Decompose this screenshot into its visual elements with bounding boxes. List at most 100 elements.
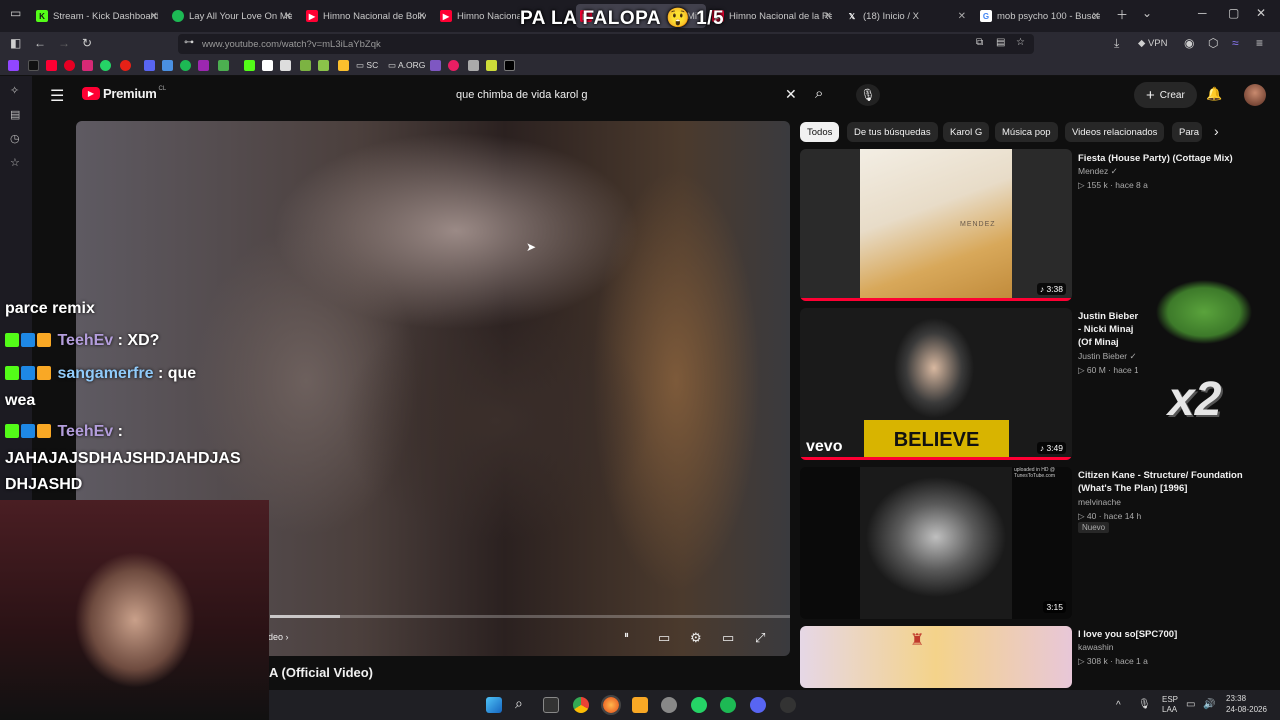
back-icon[interactable]: ← — [34, 36, 46, 50]
chip-para[interactable]: Para — [1172, 122, 1202, 142]
account-icon[interactable]: ◉ — [1184, 36, 1194, 50]
folder-bookmark-sc[interactable]: ▭ SC — [356, 60, 378, 71]
pause-icon[interactable]: ⏸ — [624, 630, 629, 641]
new-tab-icon[interactable]: ＋ — [1116, 6, 1128, 23]
clear-search-icon[interactable]: ✕ — [785, 86, 797, 103]
recommendation-title[interactable]: Fiesta (House Party) (Cottage Mix) — [1078, 152, 1268, 165]
create-button[interactable]: + Crear — [1134, 82, 1197, 108]
pinterest-bookmark-icon[interactable] — [64, 60, 75, 71]
tab-spotify[interactable]: Lay All Your Love On Me - A ✕ — [172, 4, 292, 28]
chip-todos[interactable]: Todos — [800, 122, 840, 142]
diamond-bookmark-icon-2[interactable] — [280, 60, 291, 71]
twitch-bookmark-icon[interactable] — [8, 60, 19, 71]
close-icon[interactable]: ✕ — [284, 11, 292, 22]
tab-list-icon[interactable]: ▭ — [10, 6, 21, 20]
site-info-icon[interactable]: ⊶ — [184, 37, 194, 48]
cross-bookmark-icon[interactable] — [300, 60, 311, 71]
network-icon[interactable]: ▭ — [1186, 699, 1195, 710]
url-bar[interactable]: ⊶ www.youtube.com/watch?v=mL3iLaYbZqk ⧉ … — [178, 34, 1034, 54]
close-icon[interactable]: ✕ — [824, 11, 832, 22]
gear-bookmark-icon[interactable] — [468, 60, 479, 71]
chip-karol-g[interactable]: Karol G — [943, 122, 990, 142]
recommendation-thumbnail[interactable]: BELIEVE vevo ♪ 3:49 — [800, 308, 1072, 460]
file-explorer-icon[interactable] — [632, 697, 648, 713]
microphone-tray-icon[interactable]: 🎙 — [1138, 699, 1151, 710]
microphone-icon[interactable]: 🎙 — [856, 84, 880, 106]
video-progress-bar[interactable] — [270, 615, 790, 618]
maximize-icon[interactable]: ▢ — [1228, 6, 1239, 20]
bookmark-star-icon[interactable]: ☆ — [1016, 37, 1025, 48]
tab-x[interactable]: 𝕏 (18) Inicio / X ✕ — [846, 4, 966, 28]
tiktok-bookmark-icon[interactable] — [28, 60, 39, 71]
search-input[interactable]: que chimba de vida karol g — [446, 82, 806, 108]
menu-icon[interactable]: ☰ — [50, 86, 64, 106]
spotify-icon[interactable] — [720, 697, 736, 713]
extension-icon[interactable]: ≈ — [1232, 36, 1239, 50]
chip-videos-relacionados[interactable]: Videos relacionados — [1065, 122, 1165, 142]
minimize-icon[interactable]: ─ — [1198, 6, 1207, 20]
close-icon[interactable]: ✕ — [958, 11, 966, 22]
bookmark-icon-c[interactable] — [486, 60, 497, 71]
history-icon[interactable]: ◷ — [10, 132, 20, 145]
instagram-bookmark-icon[interactable] — [82, 60, 93, 71]
chevron-right-icon[interactable]: › — [1214, 123, 1219, 139]
tab-youtube-1[interactable]: ▶ Himno Nacional de Bolivia ✕ — [306, 4, 426, 28]
menu-icon[interactable]: ≡ — [1256, 36, 1263, 50]
search-taskbar-icon[interactable]: ⌕ — [515, 695, 523, 712]
tray-chevron-icon[interactable]: ^ — [1116, 700, 1121, 711]
recommendation-channel[interactable]: kawashin — [1078, 642, 1113, 652]
close-icon[interactable]: ✕ — [150, 11, 158, 22]
recommendation-title[interactable]: Justin Bieber - Nicki Minaj (Of Minaj — [1078, 310, 1140, 349]
subtitles-icon[interactable]: ▭ — [658, 630, 670, 646]
theater-mode-icon[interactable]: ▭ — [722, 630, 734, 646]
recommendation-thumbnail[interactable]: uploaded in HD @ TunesToTube.com 3:15 — [800, 467, 1072, 619]
tab-youtube-3[interactable]: ▶ Himno Nacional de la Rep ✕ — [712, 4, 832, 28]
vpn-button[interactable]: ◆ VPN — [1138, 38, 1168, 49]
discord-icon[interactable] — [750, 697, 766, 713]
wallet-icon[interactable]: ▤ — [10, 108, 20, 121]
youtube-bookmark-icon[interactable] — [46, 60, 57, 71]
whatsapp-bookmark-icon[interactable] — [100, 60, 111, 71]
reload-icon[interactable]: ↻ — [82, 36, 92, 50]
recommendation-channel[interactable]: Mendez ✓ — [1078, 166, 1118, 177]
search-icon[interactable]: ⌕ — [815, 85, 823, 102]
grid-bookmark-icon[interactable] — [318, 60, 329, 71]
youtube-logo[interactable]: ▶ Premium CL — [82, 86, 166, 101]
note-bookmark-icon[interactable] — [338, 60, 349, 71]
reader-view-icon[interactable]: ▤ — [996, 37, 1005, 48]
folder-bookmark-aorg[interactable]: ▭ A.ORG — [388, 60, 425, 71]
close-icon[interactable]: ✕ — [418, 11, 426, 22]
sidebar-toggle-icon[interactable]: ◧ — [10, 36, 21, 50]
start-icon[interactable] — [486, 697, 502, 713]
volume-icon[interactable]: 🔊 — [1203, 699, 1215, 710]
notifications-icon[interactable]: 🔔 — [1206, 86, 1222, 102]
language-indicator[interactable]: ESP — [1162, 695, 1178, 704]
bookmarks-icon[interactable]: ☆ — [10, 156, 20, 169]
chip-de-tus-busquedas[interactable]: De tus búsquedas — [847, 122, 938, 142]
bookmark-icon-b[interactable] — [448, 60, 459, 71]
fullscreen-icon[interactable]: ⤢ — [755, 630, 765, 646]
video-chip[interactable]: ideo › — [266, 632, 289, 642]
chrome-icon[interactable] — [573, 697, 589, 713]
tab-kick[interactable]: K Stream - Kick Dashboard ✕ — [36, 4, 158, 28]
kick-bookmark-icon[interactable] — [244, 60, 255, 71]
task-view-icon[interactable] — [543, 697, 559, 713]
recommendation-thumbnail[interactable]: MENDEZ ♪ 3:38 — [800, 149, 1072, 301]
tab-google[interactable]: G mob psycho 100 - Buscar c ✕ — [980, 4, 1100, 28]
app-icon[interactable] — [661, 697, 677, 713]
clock-time[interactable]: 23:38 — [1226, 694, 1246, 703]
download-icon[interactable]: ⤓ — [1114, 36, 1119, 51]
diamond-bookmark-icon[interactable] — [262, 60, 273, 71]
recommendation-title[interactable]: Citizen Kane - Structure/ Foundation (Wh… — [1078, 469, 1268, 495]
settings-icon[interactable]: ⚙ — [690, 630, 702, 646]
whatsapp-icon[interactable] — [691, 697, 707, 713]
spotify-bookmark-icon[interactable] — [180, 60, 191, 71]
recommendation-thumbnail[interactable]: ♜ — [800, 626, 1072, 688]
sync-bookmark-icon[interactable] — [162, 60, 173, 71]
red-bookmark-icon[interactable] — [120, 60, 131, 71]
recommendation-channel[interactable]: melvinache — [1078, 497, 1121, 507]
discord-bookmark-icon[interactable] — [144, 60, 155, 71]
ai-icon[interactable]: ✧ — [10, 84, 19, 97]
picture-in-picture-icon[interactable]: ⧉ — [976, 37, 983, 48]
forward-icon[interactable]: → — [58, 36, 70, 50]
